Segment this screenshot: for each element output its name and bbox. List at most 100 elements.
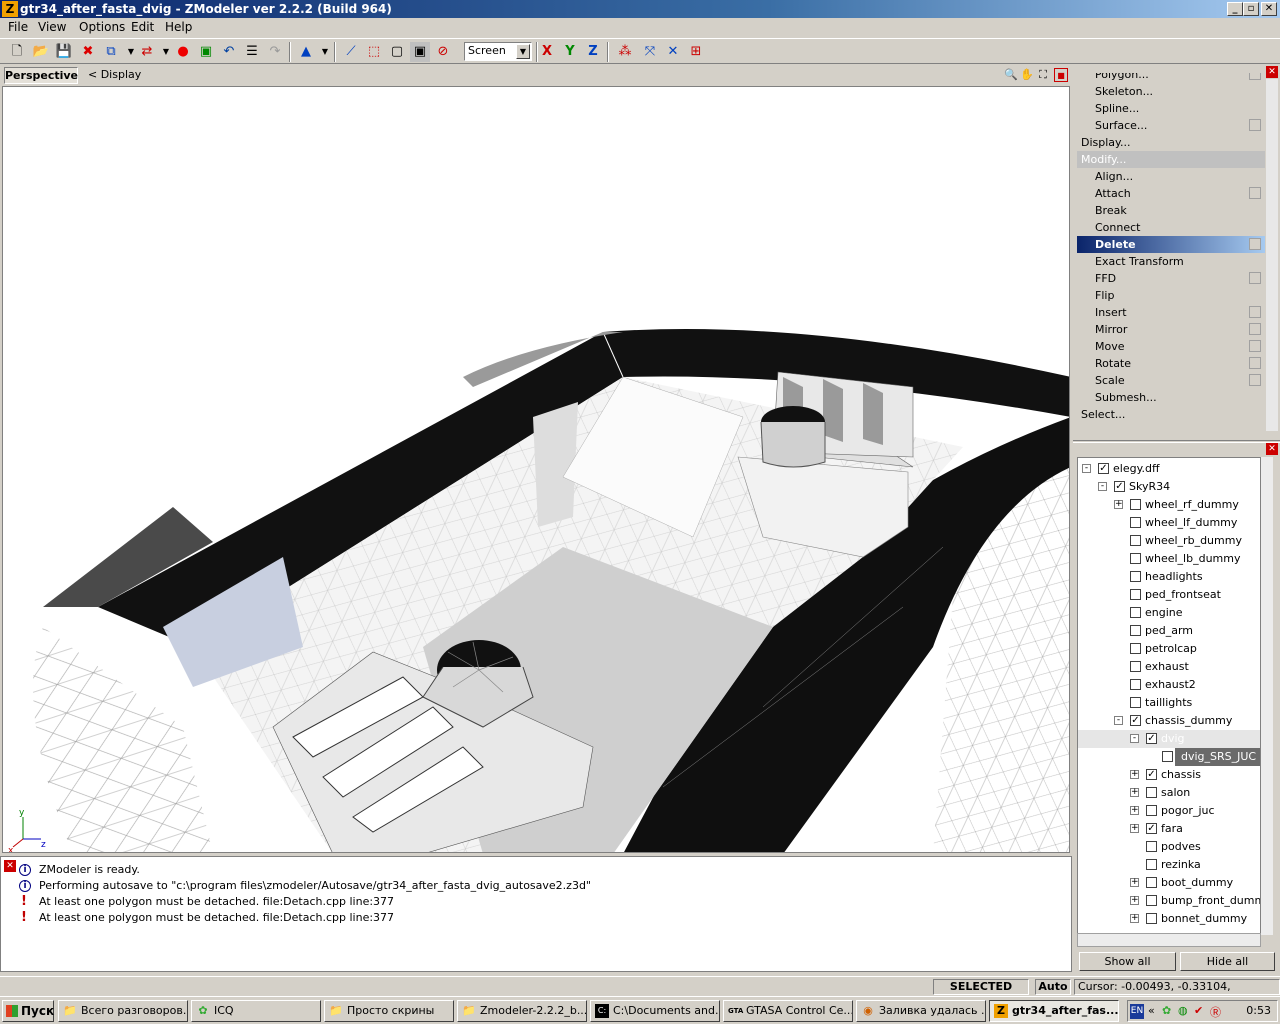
- command-options-box[interactable]: [1249, 323, 1261, 335]
- task-button[interactable]: 📁 Просто скрины: [324, 1000, 454, 1022]
- tree-node[interactable]: exhaust2: [1078, 676, 1260, 694]
- visibility-checkbox[interactable]: [1130, 535, 1141, 546]
- command-item[interactable]: Connect: [1077, 219, 1265, 236]
- visibility-checkbox[interactable]: [1146, 913, 1157, 924]
- command-item[interactable]: Scale: [1077, 372, 1265, 389]
- tree-node[interactable]: taillights: [1078, 694, 1260, 712]
- tree-node[interactable]: + bump_front_dummy: [1078, 892, 1260, 910]
- visibility-checkbox[interactable]: [1146, 787, 1157, 798]
- expand-icon[interactable]: +: [1130, 914, 1139, 923]
- command-scrollbar[interactable]: [1266, 79, 1278, 431]
- coordinate-space-select[interactable]: Screen ▼: [464, 42, 532, 61]
- group-mode-icon[interactable]: ▣: [410, 42, 430, 62]
- tree-node[interactable]: wheel_rb_dummy: [1078, 532, 1260, 550]
- visibility-checkbox[interactable]: ✓: [1114, 481, 1125, 492]
- tree-node[interactable]: dvig_SRS_JUC: [1078, 748, 1260, 766]
- display-menu[interactable]: < Display: [88, 68, 141, 81]
- snap-icon[interactable]: ⁂: [615, 42, 635, 62]
- visibility-checkbox[interactable]: ✓: [1146, 733, 1157, 744]
- expand-icon[interactable]: +: [1130, 806, 1139, 815]
- collapse-icon[interactable]: -: [1130, 734, 1139, 743]
- visibility-checkbox[interactable]: [1130, 553, 1141, 564]
- language-indicator[interactable]: EN: [1130, 1004, 1144, 1019]
- pointer-dropdown-icon[interactable]: ▼: [315, 42, 335, 62]
- selection-mode-indicator[interactable]: SELECTED MODE: [933, 979, 1029, 1007]
- vertex-mode-icon[interactable]: ⟋: [341, 42, 361, 62]
- task-button[interactable]: ◉ Заливка удалась ...: [856, 1000, 986, 1022]
- expand-icon[interactable]: +: [1130, 770, 1139, 779]
- minimize-button[interactable]: _: [1227, 2, 1243, 16]
- import-icon[interactable]: ⇄: [137, 42, 157, 62]
- new-file-icon[interactable]: 🗋: [7, 42, 27, 62]
- tree-node[interactable]: + salon: [1078, 784, 1260, 802]
- command-options-box[interactable]: [1249, 187, 1261, 199]
- command-options-box[interactable]: [1249, 119, 1261, 131]
- tree-node[interactable]: petrolcap: [1078, 640, 1260, 658]
- command-item[interactable]: Delete: [1077, 236, 1265, 253]
- tree-node[interactable]: + ✓ fara: [1078, 820, 1260, 838]
- auto-indicator[interactable]: Auto: [1035, 979, 1071, 995]
- command-options-box[interactable]: [1249, 306, 1261, 318]
- visibility-checkbox[interactable]: [1162, 751, 1173, 762]
- expand-icon[interactable]: +: [1130, 788, 1139, 797]
- command-item[interactable]: Exact Transform: [1077, 253, 1265, 270]
- tree-node[interactable]: ped_frontseat: [1078, 586, 1260, 604]
- axis-lock-icon[interactable]: ✕: [663, 42, 683, 62]
- 3d-viewport[interactable]: y z x: [2, 86, 1070, 853]
- icq-tray-icon[interactable]: ✿: [1162, 1004, 1171, 1017]
- maximize-button[interactable]: ▫: [1243, 2, 1259, 16]
- tree-hscrollbar[interactable]: [1077, 933, 1261, 947]
- visibility-checkbox[interactable]: [1146, 877, 1157, 888]
- tree-node[interactable]: - ✓ chassis_dummy: [1078, 712, 1260, 730]
- command-item[interactable]: Spline...: [1077, 100, 1265, 117]
- command-item[interactable]: Skeleton...: [1077, 83, 1265, 100]
- redo-icon[interactable]: ↷: [265, 42, 285, 62]
- command-item[interactable]: Modify...: [1077, 151, 1265, 168]
- tree-node[interactable]: engine: [1078, 604, 1260, 622]
- visibility-checkbox[interactable]: [1130, 697, 1141, 708]
- pan-hand-icon[interactable]: ✋: [1020, 68, 1034, 82]
- tree-node[interactable]: + wheel_rf_dummy: [1078, 496, 1260, 514]
- close-log-icon[interactable]: ✕: [4, 860, 16, 872]
- task-button[interactable]: 📁 Всего разговоров...: [58, 1000, 188, 1022]
- command-item[interactable]: Surface...: [1077, 117, 1265, 134]
- task-button[interactable]: 📁 Zmodeler-2.2.2_b...: [457, 1000, 587, 1022]
- chevron-down-icon[interactable]: ▼: [516, 44, 530, 59]
- collapse-icon[interactable]: -: [1114, 716, 1123, 725]
- command-options-box[interactable]: [1249, 73, 1261, 80]
- tree-node[interactable]: - ✓ SkyR34: [1078, 478, 1260, 496]
- menu-view[interactable]: View: [38, 20, 66, 34]
- task-button[interactable]: GTA GTASA Control Ce...: [723, 1000, 853, 1022]
- tree-node[interactable]: wheel_lf_dummy: [1078, 514, 1260, 532]
- command-item[interactable]: Flip: [1077, 287, 1265, 304]
- tree-node[interactable]: - ✓ elegy.dff: [1078, 460, 1260, 478]
- command-options-box[interactable]: [1249, 357, 1261, 369]
- visibility-checkbox[interactable]: [1146, 805, 1157, 816]
- task-button-active[interactable]: Zgtr34_after_fas...: [989, 1000, 1119, 1022]
- close-viewport-icon[interactable]: ■: [1054, 68, 1068, 82]
- panel-splitter[interactable]: [1073, 440, 1280, 443]
- visibility-checkbox[interactable]: [1130, 661, 1141, 672]
- expand-icon[interactable]: +: [1114, 500, 1123, 509]
- tree-node[interactable]: - ✓ dvig: [1078, 730, 1260, 748]
- visibility-checkbox[interactable]: [1130, 607, 1141, 618]
- hide-all-button[interactable]: Hide all: [1180, 952, 1275, 971]
- record-icon[interactable]: ●: [173, 42, 193, 62]
- visibility-checkbox[interactable]: [1130, 589, 1141, 600]
- axis-x-toggle[interactable]: X: [537, 42, 557, 62]
- properties-icon[interactable]: ☰: [242, 42, 262, 62]
- tree-scrollbar[interactable]: [1261, 457, 1273, 935]
- command-item[interactable]: Submesh...: [1077, 389, 1265, 406]
- antivirus-tray-icon[interactable]: ✔: [1194, 1004, 1203, 1017]
- command-item[interactable]: FFD: [1077, 270, 1265, 287]
- visibility-checkbox[interactable]: [1130, 499, 1141, 510]
- export-icon[interactable]: ▣: [196, 42, 216, 62]
- expand-icon[interactable]: +: [1130, 896, 1139, 905]
- axis-gizmo-icon[interactable]: ⤧: [640, 42, 660, 62]
- tree-node[interactable]: headlights: [1078, 568, 1260, 586]
- visibility-checkbox[interactable]: [1130, 643, 1141, 654]
- grid-snap-icon[interactable]: ⊞: [686, 42, 706, 62]
- close-button[interactable]: ✕: [1261, 2, 1277, 16]
- command-item[interactable]: Rotate: [1077, 355, 1265, 372]
- visibility-checkbox[interactable]: ✓: [1130, 715, 1141, 726]
